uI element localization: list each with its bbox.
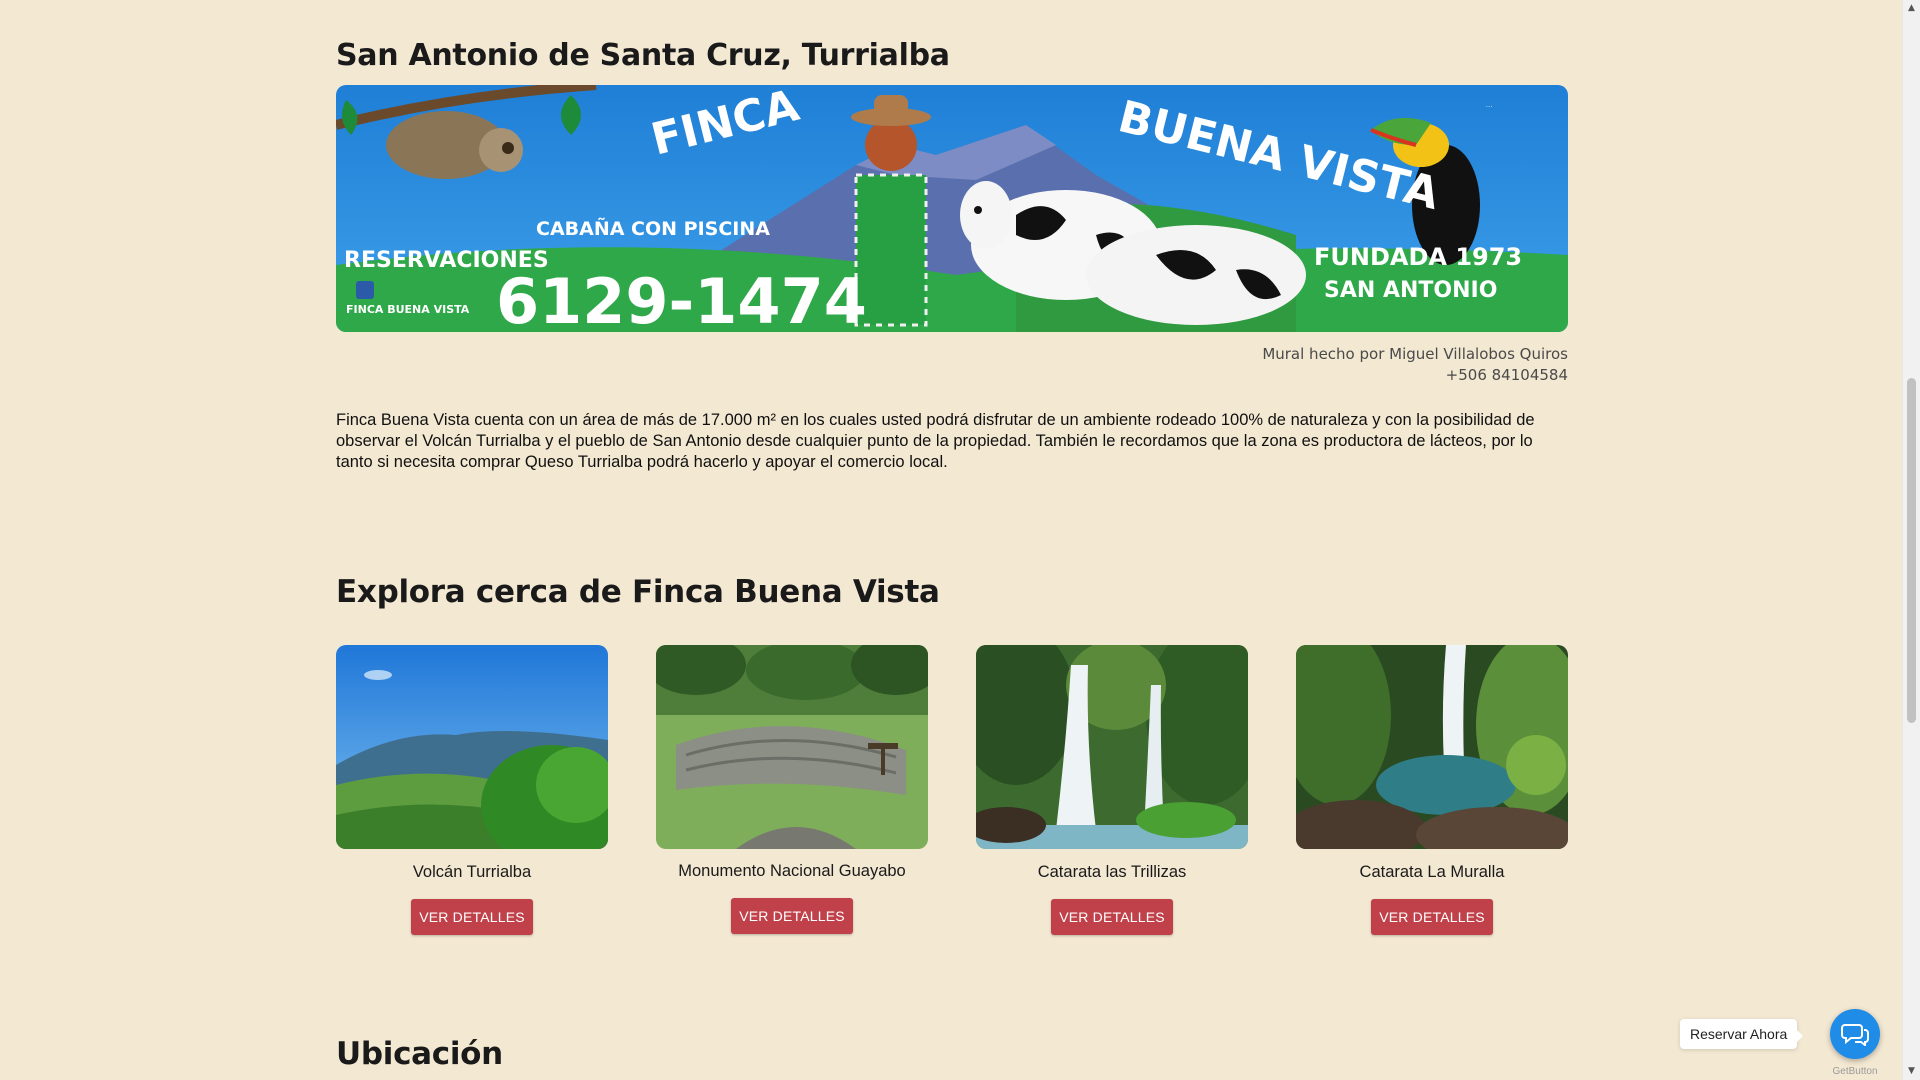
chat-button[interactable] (1830, 1009, 1880, 1059)
location-title: San Antonio de Santa Cruz, Turrialba (336, 38, 950, 73)
attraction-card: Catarata las Trillizas VER DETALLES (976, 645, 1248, 935)
scroll-down-icon[interactable]: ▼ (1903, 1063, 1920, 1080)
mural-image: ... FINCA BUENA VISTA CABAÑA CON PISCINA… (336, 85, 1568, 332)
mural-text-fundada: FUNDADA 1973 (1314, 243, 1522, 271)
credit-phone: +506 84104584 (1445, 366, 1568, 384)
attraction-name: Catarata La Muralla (1359, 863, 1505, 881)
scrollbar-thumb[interactable] (1907, 378, 1916, 723)
svg-text:...: ... (1486, 101, 1493, 109)
attraction-image-guayabo[interactable] (656, 645, 928, 849)
attractions-grid: Volcán Turrialba VER DETALLES Monumento … (336, 645, 1568, 945)
reservar-ahora-tooltip[interactable]: Reservar Ahora (1680, 1019, 1804, 1049)
chat-bubble-icon (1841, 1024, 1869, 1046)
attraction-card: Catarata La Muralla VER DETALLES (1296, 645, 1568, 935)
vertical-scrollbar[interactable]: ▲ ▼ (1902, 0, 1920, 1080)
scroll-up-icon[interactable]: ▲ (1903, 0, 1920, 17)
attraction-name: Catarata las Trillizas (1037, 863, 1187, 881)
mural-text-phone: 6129-1474 (496, 265, 867, 332)
attraction-image-volcan[interactable] (336, 645, 608, 849)
explore-title: Explora cerca de Finca Buena Vista (336, 574, 940, 610)
attraction-card: Monumento Nacional Guayabo VER DETALLES (656, 645, 928, 934)
ver-detalles-button-guayabo[interactable]: VER DETALLES (731, 898, 853, 934)
mural-text-cabana: CABAÑA CON PISCINA (536, 216, 770, 240)
ver-detalles-button-muralla[interactable]: VER DETALLES (1371, 899, 1493, 935)
getbutton-brand: GetButton (1832, 1066, 1878, 1077)
attraction-image-muralla[interactable] (1296, 645, 1568, 849)
mural-text-place: SAN ANTONIO (1324, 278, 1497, 303)
attraction-image-trillizas[interactable] (976, 645, 1248, 849)
attraction-card: Volcán Turrialba VER DETALLES (336, 645, 608, 935)
page: San Antonio de Santa Cruz, Turrialba ...… (0, 0, 1920, 1080)
ver-detalles-button-trillizas[interactable]: VER DETALLES (1051, 899, 1173, 935)
mural-credit: Mural hecho por Miguel Villalobos Quiros… (1262, 344, 1568, 386)
mural-text-facebook: FINCA BUENA VISTA (346, 303, 470, 316)
ubicacion-title: Ubicación (336, 1036, 503, 1072)
ver-detalles-button-volcan[interactable]: VER DETALLES (411, 899, 533, 935)
location-description: Finca Buena Vista cuenta con un área de … (336, 411, 1535, 471)
attraction-name: Monumento Nacional Guayabo (678, 862, 906, 880)
credit-author: Mural hecho por Miguel Villalobos Quiros (1262, 345, 1568, 363)
attraction-name: Volcán Turrialba (412, 863, 532, 881)
